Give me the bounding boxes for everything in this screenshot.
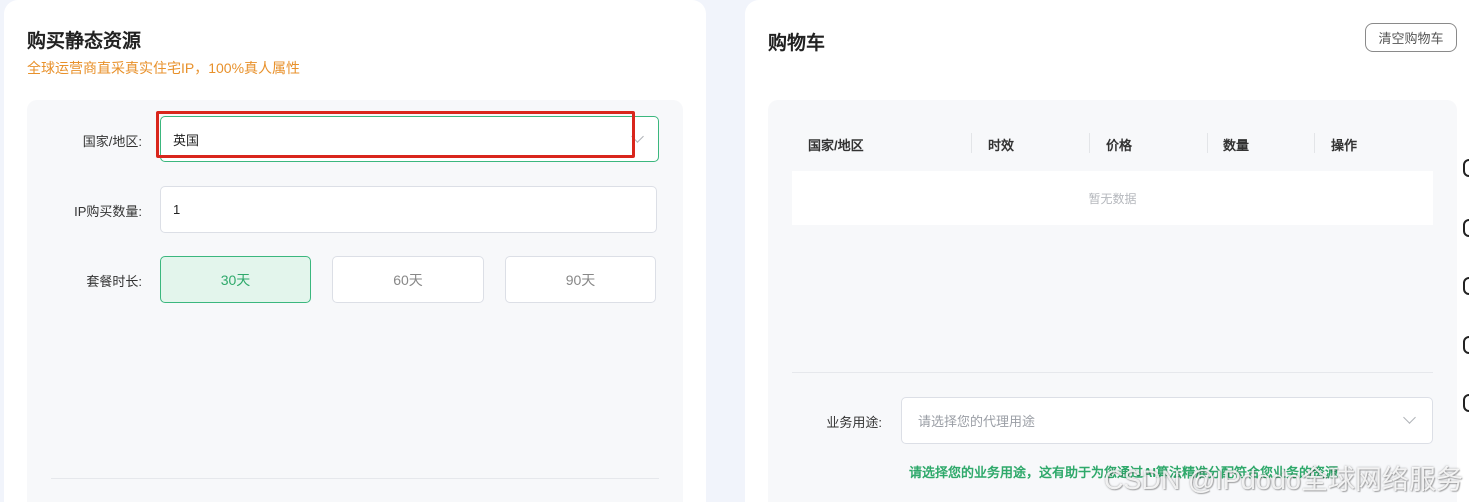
country-select[interactable]: 英国 <box>160 116 659 162</box>
country-label: 国家/地区: <box>82 134 142 149</box>
duration-option-60[interactable]: 60天 <box>332 256 484 303</box>
duration-label: 套餐时长: <box>86 274 142 289</box>
edge-fragment-icon <box>1463 277 1469 295</box>
purpose-hint: 请选择您的业务用途，这有助于为您通过AI算法精准分配符合您业务的资源 <box>909 465 1339 480</box>
cart-title: 购物车 <box>768 33 826 54</box>
edge-fragment-icon <box>1463 159 1469 177</box>
edge-fragment-icon <box>1463 394 1469 412</box>
form-divider <box>51 478 659 479</box>
quantity-label: IP购买数量: <box>74 204 142 219</box>
column-separator <box>1089 133 1090 153</box>
purchase-subtitle: 全球运营商直采真实住宅IP，100%真人属性 <box>27 60 301 76</box>
column-separator <box>1207 133 1208 153</box>
column-separator <box>1314 133 1315 153</box>
column-separator <box>971 133 972 153</box>
purpose-label: 业务用途: <box>826 415 882 430</box>
column-header-price: 价格 <box>1106 138 1133 153</box>
cart-divider <box>792 372 1433 373</box>
clear-cart-button[interactable]: 清空购物车 <box>1365 23 1457 52</box>
country-value: 英国 <box>173 132 200 148</box>
column-header-quantity: 数量 <box>1223 138 1250 153</box>
column-header-validity: 时效 <box>988 138 1015 153</box>
quantity-value: 1 <box>173 202 181 217</box>
edge-fragment-icon <box>1463 336 1469 354</box>
edge-fragment-icon <box>1463 219 1469 237</box>
empty-table-row: 暂无数据 <box>792 171 1433 225</box>
purpose-select[interactable]: 请选择您的代理用途 <box>901 397 1433 444</box>
chevron-down-icon <box>631 130 644 143</box>
purpose-placeholder: 请选择您的代理用途 <box>918 414 1036 429</box>
purchase-title: 购买静态资源 <box>27 31 142 52</box>
quantity-input[interactable]: 1 <box>160 186 657 233</box>
duration-option-90[interactable]: 90天 <box>505 256 656 303</box>
column-header-region: 国家/地区 <box>808 138 864 153</box>
chevron-down-icon <box>1403 411 1416 424</box>
duration-option-30[interactable]: 30天 <box>160 256 311 303</box>
column-header-action: 操作 <box>1331 138 1358 153</box>
